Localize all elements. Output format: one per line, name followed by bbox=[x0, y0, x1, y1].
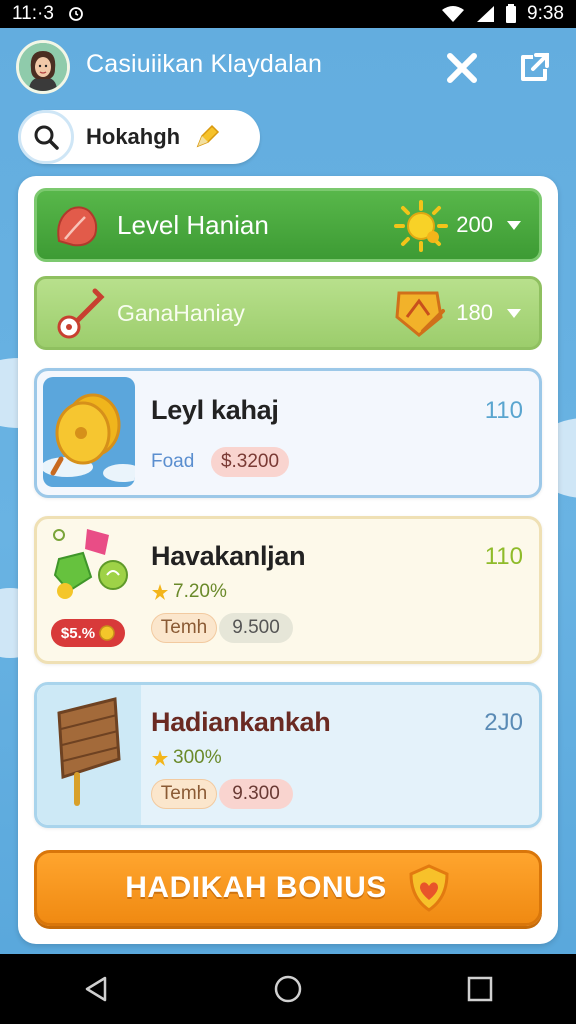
card-1-caption: Foad bbox=[151, 451, 195, 472]
card-3-price-chip: 9.300 bbox=[219, 779, 293, 809]
user-avatar-icon bbox=[19, 43, 67, 91]
card-3-thumbnail bbox=[37, 685, 141, 825]
card-2-value: 110 bbox=[484, 543, 523, 570]
home-icon bbox=[274, 975, 302, 1003]
guitar-icon bbox=[57, 288, 105, 339]
search-input[interactable]: Hokahgh bbox=[86, 124, 180, 150]
card-3-percent: 300% bbox=[151, 747, 222, 769]
card-3-title: Hadiankankah bbox=[151, 707, 331, 737]
reward-card-3[interactable]: Hadiankankah 2J0 300% Temh 9.300 bbox=[34, 682, 542, 828]
wifi-icon bbox=[442, 6, 465, 22]
share-icon bbox=[521, 53, 549, 81]
bar-1-value: 200 bbox=[456, 212, 493, 237]
bonus-button-label: HADIKAH BONUS bbox=[125, 871, 387, 904]
close-button[interactable] bbox=[440, 46, 484, 90]
status-bar: 11:·3 9:38 bbox=[0, 0, 576, 28]
card-2-title: Havakanljan bbox=[151, 541, 306, 571]
search-button[interactable] bbox=[18, 110, 74, 164]
star-icon bbox=[152, 750, 168, 766]
chevron-down-icon[interactable] bbox=[507, 308, 521, 318]
sun-icon bbox=[394, 200, 448, 252]
card-3-term-chip: Temh bbox=[151, 779, 217, 809]
card-1-value: 110 bbox=[484, 397, 523, 424]
card-2-discount-badge: $5.% bbox=[51, 619, 125, 647]
badge-icon bbox=[395, 291, 445, 337]
card-2-percent: 7.20% bbox=[151, 581, 227, 603]
card-2-term-chip: Temh bbox=[151, 613, 217, 643]
system-nav-bar bbox=[0, 954, 576, 1024]
card-1-thumbnail bbox=[43, 377, 135, 487]
leaf-icon bbox=[57, 206, 98, 247]
battery-icon bbox=[506, 4, 517, 23]
star-icon bbox=[152, 584, 168, 600]
back-icon bbox=[85, 976, 107, 1002]
level-bar-2[interactable]: GanaHaniay 180 bbox=[34, 276, 542, 350]
nav-recents-button[interactable] bbox=[450, 959, 510, 1019]
card-3-value: 2J0 bbox=[484, 709, 523, 736]
status-time-left: 11:·3 bbox=[12, 3, 54, 24]
alarm-icon bbox=[69, 7, 83, 21]
main-panel: Level Hanian 200 GanaHaniay 180 Leyl kah… bbox=[18, 176, 558, 944]
card-1-price-chip: $.3200 bbox=[211, 447, 289, 477]
chest-icon bbox=[57, 697, 121, 806]
page-title: Casiuiikan Klaydalan bbox=[86, 50, 323, 78]
coin-icon bbox=[99, 625, 115, 641]
coin-stack-icon bbox=[43, 393, 135, 482]
bar-2-value: 180 bbox=[456, 300, 493, 325]
bar-1-label: Level Hanian bbox=[117, 209, 269, 240]
nav-home-button[interactable] bbox=[258, 959, 318, 1019]
share-button[interactable] bbox=[512, 46, 556, 90]
card-1-title: Leyl kahaj bbox=[151, 395, 279, 425]
recents-icon bbox=[467, 976, 493, 1002]
reward-card-1[interactable]: Leyl kahaj 110 Foad $.3200 bbox=[34, 368, 542, 498]
reward-card-2[interactable]: $5.% Havakanljan 110 7.20% Temh 9.500 bbox=[34, 516, 542, 664]
avatar[interactable] bbox=[16, 40, 70, 94]
status-time-right: 9:38 bbox=[527, 3, 564, 24]
signal-icon bbox=[477, 6, 495, 22]
app-header: Casiuiikan Klaydalan bbox=[0, 28, 576, 108]
nav-back-button[interactable] bbox=[66, 959, 126, 1019]
close-icon bbox=[447, 53, 477, 83]
card-2-price-chip: 9.500 bbox=[219, 613, 293, 643]
search-icon bbox=[34, 125, 59, 150]
chevron-down-icon[interactable] bbox=[507, 220, 521, 230]
gift-gems-icon bbox=[53, 529, 128, 599]
search-bar[interactable]: Hokahgh bbox=[18, 110, 260, 164]
bonus-button[interactable]: HADIKAH BONUS bbox=[34, 850, 542, 926]
pencil-icon[interactable] bbox=[194, 124, 220, 150]
heart-shield-icon bbox=[409, 864, 449, 912]
bar-2-label: GanaHaniay bbox=[117, 299, 245, 326]
level-bar-1[interactable]: Level Hanian 200 bbox=[34, 188, 542, 262]
